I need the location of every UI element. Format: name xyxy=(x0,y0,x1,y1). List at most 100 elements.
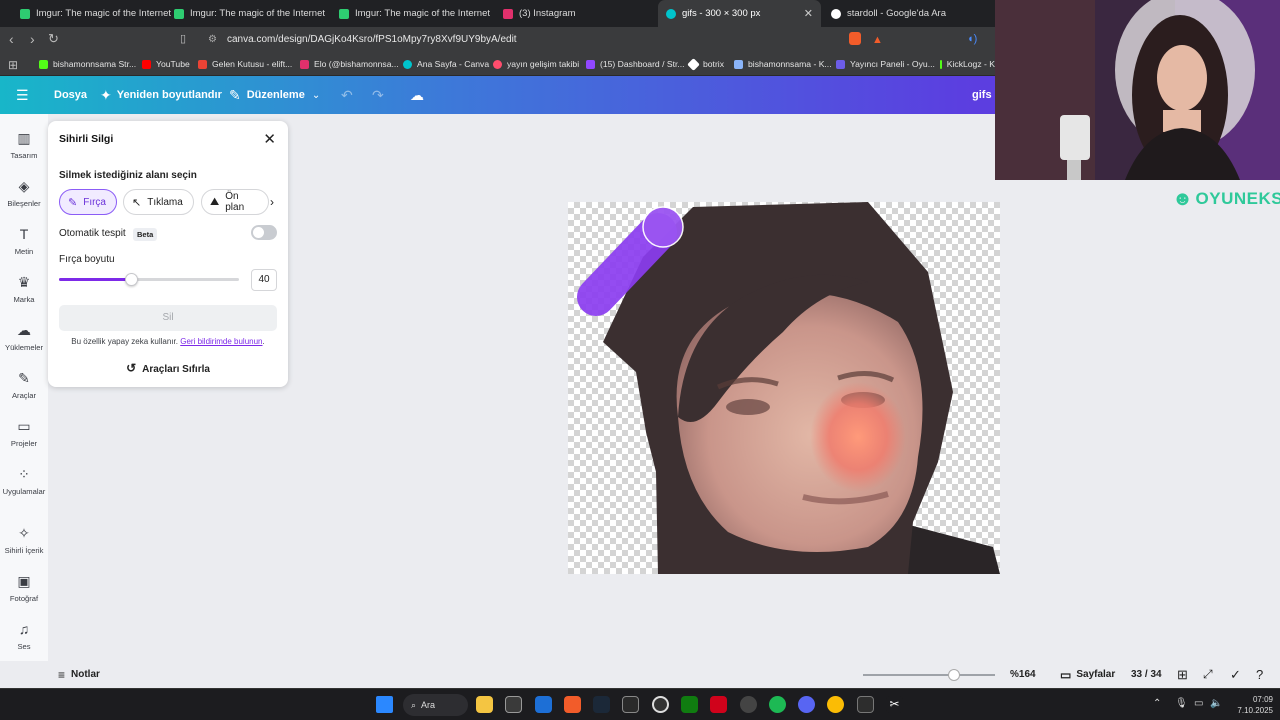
nav-uploads[interactable]: ☁ Yüklemeler xyxy=(0,321,48,352)
extension-icon[interactable]: ◖) xyxy=(967,31,977,47)
help-icon[interactable]: ? xyxy=(1256,661,1263,688)
cloud-save-icon[interactable]: ☁ xyxy=(410,76,424,114)
tools-icon: ✎ xyxy=(18,370,30,386)
brave-icon[interactable] xyxy=(564,696,581,713)
pages-button[interactable]: ▭ Sayfalar xyxy=(1060,661,1115,688)
nav-text[interactable]: T Metin xyxy=(0,225,48,256)
zoom-level[interactable]: %164 xyxy=(1010,661,1036,688)
brush-size-slider[interactable] xyxy=(59,273,239,286)
windows-start-icon[interactable] xyxy=(376,696,393,713)
edit-mode-button[interactable]: ✎ Düzenleme ⌄ xyxy=(229,76,320,114)
browser-tab[interactable]: (3) Instagram xyxy=(495,0,655,27)
mode-brush-button[interactable]: ✎ Fırça xyxy=(59,189,117,215)
nav-apps[interactable]: ⁘ Uygulamalar xyxy=(0,465,48,496)
file-menu[interactable]: Dosya xyxy=(54,76,87,114)
obs-icon[interactable] xyxy=(652,696,669,713)
undo-icon[interactable]: ↶ xyxy=(341,76,353,114)
grid-view-icon[interactable]: ⊞ xyxy=(1177,661,1188,688)
store-icon[interactable] xyxy=(505,696,522,713)
epic-games-icon[interactable] xyxy=(622,696,639,713)
design-title[interactable]: gifs xyxy=(972,76,992,114)
nav-photos[interactable]: ▣ Fotoğraf xyxy=(0,572,48,603)
mode-foreground-button[interactable]: ⛰ Ön plan xyxy=(201,189,269,215)
davinci-icon[interactable] xyxy=(857,696,874,713)
browser-tab[interactable]: stardoll - Google'da Ara xyxy=(823,0,988,27)
brush-cursor-icon xyxy=(642,206,684,248)
discord-icon[interactable] xyxy=(798,696,815,713)
bookmark-item[interactable]: KickLogz - K xyxy=(940,52,995,76)
chevron-right-icon[interactable]: › xyxy=(270,195,274,209)
bookmark-item[interactable]: bishamonnsama Str... xyxy=(39,52,136,76)
menu-icon[interactable]: ☰ xyxy=(16,76,29,114)
steam-icon[interactable] xyxy=(593,696,610,713)
bookmark-item[interactable]: Elo (@bishamonnsa... xyxy=(300,52,399,76)
design-canvas[interactable] xyxy=(568,202,1000,574)
slider-handle[interactable] xyxy=(125,273,138,286)
capcut-icon[interactable]: ✂ xyxy=(886,696,903,713)
resize-button[interactable]: ✦ Yeniden boyutlandır xyxy=(100,76,222,114)
app-icon[interactable] xyxy=(710,696,727,713)
nav-design[interactable]: ▥ Tasarım xyxy=(0,129,48,160)
nav-tools[interactable]: ✎ Araçlar xyxy=(0,369,48,400)
nav-brand[interactable]: ♛ Marka xyxy=(0,273,48,304)
network-icon[interactable]: ▭ xyxy=(1194,698,1203,709)
mode-click-button[interactable]: ↖ Tıklama xyxy=(123,189,194,215)
imgur-icon xyxy=(174,8,184,19)
reload-icon[interactable]: ↻ xyxy=(48,31,59,47)
bookmark-item[interactable]: botrix xyxy=(687,52,724,76)
back-icon[interactable]: ‹ xyxy=(9,31,14,47)
notes-button[interactable]: ≡ Notlar xyxy=(58,661,100,688)
magic-media-icon: ✧ xyxy=(18,525,30,541)
bookmark-item[interactable]: YouTube xyxy=(142,52,190,76)
reset-tools-button[interactable]: ↺ Araçları Sıfırla xyxy=(48,361,288,375)
fullscreen-icon[interactable]: ⤢ xyxy=(1203,661,1213,688)
bookmark-item[interactable]: (15) Dashboard / Str... xyxy=(586,52,685,76)
chatgpt-icon[interactable] xyxy=(740,696,757,713)
chrome-icon[interactable] xyxy=(827,696,844,713)
forward-icon[interactable]: › xyxy=(30,31,35,47)
apps-grid-icon[interactable]: ⊞ xyxy=(8,57,18,73)
brush-size-input[interactable]: 40 xyxy=(251,269,277,291)
close-tab-icon[interactable]: ✕ xyxy=(804,7,813,20)
redo-icon[interactable]: ↷ xyxy=(372,76,384,114)
tray-chevron-icon[interactable]: ⌃ xyxy=(1153,698,1161,709)
xbox-icon[interactable] xyxy=(681,696,698,713)
clock[interactable]: 07:09 7.10.2025 xyxy=(1233,694,1273,716)
close-icon[interactable]: ✕ xyxy=(263,130,276,148)
browser-tab[interactable]: Imgur: The magic of the Internet xyxy=(331,0,496,27)
check-icon[interactable]: ✓ xyxy=(1230,661,1241,688)
browser-tab-active[interactable]: gifs - 300 × 300 px ✕ xyxy=(658,0,821,27)
bookmark-item[interactable]: Gelen Kutusu - elift... xyxy=(198,52,292,76)
bookmark-item[interactable]: Ana Sayfa - Canva xyxy=(403,52,489,76)
bookmark-item[interactable]: bishamonnsama - K... xyxy=(734,52,832,76)
outlook-icon[interactable] xyxy=(535,696,552,713)
nav-audio[interactable]: ♫ Ses xyxy=(0,620,48,651)
nav-projects[interactable]: ▭ Projeler xyxy=(0,417,48,448)
browser-tab[interactable]: Imgur: The magic of the Internet xyxy=(12,0,172,27)
bookmark-icon[interactable]: ▯ xyxy=(180,31,186,47)
zoom-slider-handle[interactable] xyxy=(948,669,960,681)
brave-shield-icon[interactable] xyxy=(849,32,861,45)
microphone-icon[interactable]: 🎙 xyxy=(1175,698,1188,709)
photo-subject xyxy=(577,202,1000,574)
nav-elements[interactable]: ◈ Bileşenler xyxy=(0,177,48,208)
bookmark-item[interactable]: Yayıncı Paneli - Oyu... xyxy=(836,52,935,76)
site-settings-icon[interactable]: ⚙ xyxy=(208,30,217,49)
nav-magic-media[interactable]: ✧ Sihirli İçerik xyxy=(0,524,48,555)
instagram-icon xyxy=(300,59,309,69)
erase-button[interactable]: Sil xyxy=(59,305,277,331)
chevron-down-icon: ⌄ xyxy=(311,89,321,101)
spotify-icon[interactable] xyxy=(769,696,786,713)
feedback-link[interactable]: Geri bildirimde bulunun xyxy=(180,337,262,346)
taskbar-search[interactable]: ⌕ Ara xyxy=(403,694,468,716)
zoom-slider[interactable] xyxy=(863,674,995,676)
url-field[interactable]: ⚙ canva.com/design/DAGjKo4Ksro/fPS1oMpy7r… xyxy=(200,30,840,49)
volume-icon[interactable]: 🔈 xyxy=(1210,698,1222,709)
upload-icon: ☁ xyxy=(17,322,31,338)
file-explorer-icon[interactable] xyxy=(476,696,493,713)
bookmark-item[interactable]: yayın gelişim takibi xyxy=(493,52,579,76)
browser-tab[interactable]: Imgur: The magic of the Internet xyxy=(166,0,331,27)
auto-detect-toggle[interactable] xyxy=(251,225,277,240)
elements-icon: ◈ xyxy=(18,178,30,194)
brave-rewards-icon[interactable]: ▲ xyxy=(872,32,883,48)
